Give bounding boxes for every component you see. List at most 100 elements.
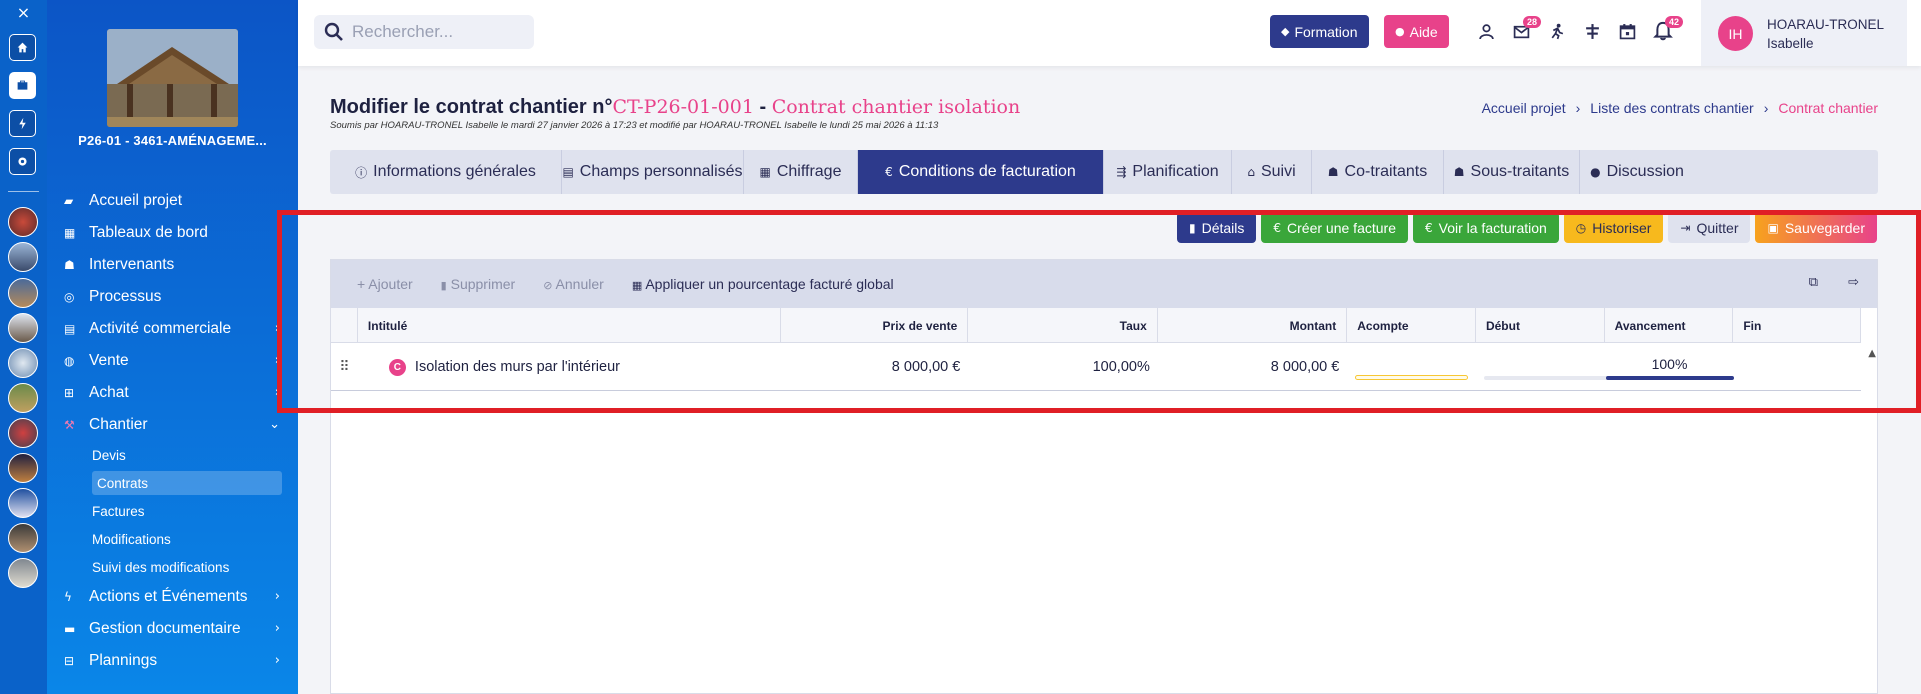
- sauvegarder-button[interactable]: ▣ Sauvegarder: [1755, 212, 1877, 243]
- tab-chiffrage[interactable]: ▦ Chiffrage: [744, 150, 858, 194]
- signpost-icon[interactable]: [1580, 19, 1604, 43]
- sidebar-item-vente[interactable]: ◍ Vente ›: [47, 345, 298, 377]
- supprimer-button[interactable]: ▮ Supprimer: [441, 276, 516, 292]
- sidebar-item-chantier[interactable]: ⚒ Chantier ⌄: [47, 409, 298, 441]
- close-icon[interactable]: ×: [0, 3, 47, 22]
- sidebar-item-activite-commerciale[interactable]: ▤ Activité commerciale ›: [47, 313, 298, 345]
- column-fin[interactable]: Fin: [1733, 308, 1861, 343]
- search-box[interactable]: [314, 15, 534, 49]
- project-avatar[interactable]: [8, 348, 38, 378]
- project-title[interactable]: P26-01 - 3461-AMÉNAGEME...: [47, 133, 298, 148]
- project-avatar[interactable]: [8, 242, 38, 272]
- column-taux[interactable]: Taux: [968, 308, 1158, 343]
- details-button[interactable]: ▮ Détails: [1176, 212, 1257, 243]
- row-avancement-range[interactable]: 100%: [1476, 343, 1735, 391]
- tab-conditions-facturation[interactable]: € Conditions de facturation: [858, 150, 1104, 194]
- user-icon[interactable]: [1474, 19, 1498, 43]
- quitter-button[interactable]: ⇥ Quitter: [1668, 212, 1751, 243]
- project-avatar[interactable]: [8, 278, 38, 308]
- project-avatar[interactable]: [8, 453, 38, 483]
- sidebar-item-actions-evenements[interactable]: ϟ Actions et Événements ›: [47, 581, 298, 613]
- sidebar-item-plannings[interactable]: ⊟ Plannings ›: [47, 645, 298, 677]
- column-avancement[interactable]: Avancement: [1605, 308, 1734, 343]
- chevron-right-icon: ›: [274, 353, 280, 368]
- creer-facture-button[interactable]: € Créer une facture: [1261, 212, 1408, 243]
- ajouter-button[interactable]: + Ajouter: [357, 276, 413, 292]
- user-first-name: Isabelle: [1767, 36, 1814, 51]
- column-prix-de-vente[interactable]: Prix de vente: [781, 308, 969, 343]
- bell-icon[interactable]: 42: [1651, 16, 1683, 43]
- column-intitule[interactable]: Intitulé: [358, 308, 781, 343]
- project-avatar[interactable]: [8, 313, 38, 343]
- euro-icon: €: [885, 165, 893, 179]
- gear-icon[interactable]: [9, 148, 36, 175]
- project-avatar[interactable]: [8, 383, 38, 413]
- sidebar-subitem-contrats[interactable]: Contrats: [92, 471, 282, 495]
- breadcrumb-accueil-projet[interactable]: Accueil projet: [1482, 100, 1566, 116]
- project-avatar[interactable]: [8, 523, 38, 553]
- tab-co-traitants[interactable]: ☗ Co-traitants: [1312, 150, 1444, 194]
- briefcase-icon[interactable]: [9, 72, 36, 99]
- aide-button[interactable]: ● Aide: [1384, 15, 1449, 48]
- save-icon: ▣: [1767, 220, 1779, 235]
- project-avatar[interactable]: [8, 488, 38, 518]
- breadcrumb-liste-contrats[interactable]: Liste des contrats chantier: [1590, 100, 1753, 116]
- button-label: Historiser: [1592, 219, 1652, 236]
- export-icon[interactable]: ⇨: [1848, 275, 1859, 290]
- home-icon[interactable]: [9, 34, 36, 61]
- calendar-icon[interactable]: [1615, 19, 1639, 43]
- group-icon: ☗: [1327, 165, 1339, 179]
- sidebar-item-gestion-documentaire[interactable]: ▬ Gestion documentaire ›: [47, 613, 298, 645]
- annuler-button[interactable]: ⊘ Annuler: [543, 276, 604, 292]
- euro-icon: €: [1273, 220, 1282, 235]
- column-debut[interactable]: Début: [1476, 308, 1605, 343]
- sidebar-item-achat[interactable]: ⊞ Achat ›: [47, 377, 298, 409]
- row-acompte[interactable]: [1347, 343, 1476, 391]
- tab-informations-generales[interactable]: ⓘ Informations générales: [330, 150, 562, 194]
- scroll-up-icon[interactable]: ▲: [1868, 348, 1876, 359]
- voir-facturation-button[interactable]: € Voir la facturation: [1412, 212, 1559, 243]
- sidebar-subitem-suivi-modifications[interactable]: Suivi des modifications: [47, 553, 298, 581]
- tab-champs-personnalises[interactable]: ▤ Champs personnalisés: [562, 150, 744, 194]
- mail-icon[interactable]: 28: [1509, 16, 1541, 43]
- column-montant[interactable]: Montant: [1158, 308, 1348, 343]
- sidebar-subitem-devis[interactable]: Devis: [47, 441, 298, 469]
- search-input[interactable]: [352, 22, 522, 42]
- project-avatar[interactable]: [8, 558, 38, 588]
- row-fin[interactable]: [1733, 343, 1861, 391]
- avatar: IH: [1718, 16, 1753, 51]
- project-avatar[interactable]: [8, 207, 38, 237]
- tab-discussion[interactable]: ● Discussion: [1580, 150, 1694, 194]
- people-icon: ☗: [64, 258, 75, 272]
- drag-column-header: [331, 308, 358, 343]
- drag-handle-icon[interactable]: ⠿: [331, 343, 358, 391]
- column-acompte[interactable]: Acompte: [1347, 308, 1476, 343]
- chevron-right-icon: ›: [274, 621, 280, 636]
- sidebar-item-label: Intervenants: [89, 256, 175, 273]
- sidebar-subitem-modifications[interactable]: Modifications: [47, 525, 298, 553]
- euro-icon: €: [1424, 220, 1433, 235]
- copy-icon[interactable]: ⧉: [1809, 275, 1818, 290]
- sidebar-item-processus[interactable]: ◎ Processus: [47, 281, 298, 313]
- sidebar-item-accueil-projet[interactable]: ▰ Accueil projet: [47, 185, 298, 217]
- formation-button[interactable]: ◆ Formation: [1270, 15, 1369, 48]
- table-row[interactable]: ⠿ C Isolation des murs par l'intérieur 8…: [331, 343, 1861, 391]
- historiser-button[interactable]: ◷ Historiser: [1563, 212, 1664, 243]
- tab-suivi[interactable]: ⌂ Suivi: [1232, 150, 1312, 194]
- project-avatar[interactable]: [8, 418, 38, 448]
- tab-planification[interactable]: ⇶ Planification: [1104, 150, 1232, 194]
- button-label: Quitter: [1696, 219, 1739, 236]
- running-icon[interactable]: [1544, 19, 1568, 43]
- formation-label: Formation: [1294, 23, 1358, 40]
- bolt-icon[interactable]: [9, 110, 36, 137]
- sidebar-item-intervenants[interactable]: ☗ Intervenants: [47, 249, 298, 281]
- clock-icon: ◷: [1575, 220, 1587, 235]
- user-menu[interactable]: IH HOARAU-TRONEL Isabelle: [1701, 0, 1907, 66]
- tab-sous-traitants[interactable]: ☗ Sous-traitants: [1444, 150, 1580, 194]
- title-prefix: Modifier le contrat chantier n°: [330, 96, 613, 118]
- row-taux[interactable]: 100,00%: [968, 343, 1158, 391]
- appliquer-pourcentage-button[interactable]: ▦ Appliquer un pourcentage facturé globa…: [632, 276, 894, 292]
- sidebar-subitem-factures[interactable]: Factures: [47, 497, 298, 525]
- sidebar-item-tableaux-de-bord[interactable]: ▦ Tableaux de bord: [47, 217, 298, 249]
- sidebar-item-label: Processus: [89, 288, 162, 305]
